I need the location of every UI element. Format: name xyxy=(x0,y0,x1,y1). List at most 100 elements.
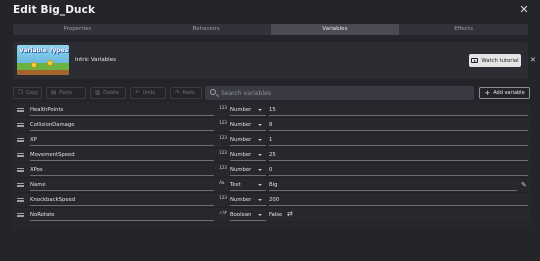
undo-label: Undo xyxy=(142,90,156,96)
variable-value-field[interactable]: Big xyxy=(269,180,517,191)
variable-name-field[interactable]: CollisionDamage xyxy=(30,120,214,131)
drag-handle-icon[interactable] xyxy=(17,108,24,112)
variable-row: HealthPoints 123 Number 15 xyxy=(13,103,530,118)
drag-handle-icon[interactable] xyxy=(17,198,24,202)
variable-type-label: Number xyxy=(230,137,252,143)
variable-value-field[interactable]: 0 xyxy=(269,165,528,176)
chevron-down-icon xyxy=(258,154,262,156)
edit-object-dialog: Edit Big_Duck ✕ Properties Behaviors Var… xyxy=(0,0,540,261)
variable-type-select[interactable]: Number xyxy=(230,165,266,176)
variable-value-field[interactable]: 15 xyxy=(269,105,528,116)
banner-label: Intric Variables xyxy=(75,57,116,63)
delete-button[interactable]: ▥ Delete xyxy=(90,87,126,99)
dialog-title: Edit Big_Duck xyxy=(13,4,96,16)
variable-type-label: Number xyxy=(230,167,252,173)
variable-type-label: Number xyxy=(230,122,252,128)
pencil-icon[interactable]: ✎ xyxy=(521,181,527,189)
chevron-down-icon xyxy=(258,184,262,186)
variable-name-field[interactable]: XPos xyxy=(30,165,214,176)
variable-type-select[interactable]: Number xyxy=(230,135,266,146)
variable-name-field[interactable]: HealthPoints xyxy=(30,105,214,116)
variable-value-field[interactable]: 8 xyxy=(269,120,528,131)
variable-row: NoRotate ✓/✗ Boolean False ⇄ xyxy=(13,208,530,223)
number-type-icon: 123 xyxy=(219,151,227,156)
number-type-icon: 123 xyxy=(219,106,227,111)
variable-row: KnockbackSpeed 123 Number 200 xyxy=(13,193,530,208)
variable-value-field[interactable]: 1 xyxy=(269,135,528,146)
variable-type-label: Boolean xyxy=(230,212,252,218)
chevron-down-icon xyxy=(258,214,262,216)
tab-effects[interactable]: Effects xyxy=(399,24,528,35)
watch-tutorial-button[interactable]: Watch tutorial xyxy=(469,54,521,67)
variable-name-field[interactable]: XP xyxy=(30,135,214,146)
boolean-type-icon: ✓/✗ xyxy=(219,211,228,216)
variable-name-field[interactable]: MovementSpeed xyxy=(30,150,214,161)
undo-icon: ↶ xyxy=(135,90,140,96)
variable-type-select[interactable]: Boolean xyxy=(230,210,266,221)
add-variable-label: Add variable xyxy=(493,90,525,96)
variables-list: HealthPoints 123 Number 15 CollisionDama… xyxy=(13,103,530,229)
chevron-down-icon xyxy=(258,199,262,201)
variable-type-select[interactable]: Number xyxy=(230,195,266,206)
copy-button[interactable]: ❐ Copy xyxy=(13,87,42,99)
drag-handle-icon[interactable] xyxy=(17,153,24,157)
variables-toolbar: ❐ Copy ▤ Paste ▥ Delete ↶ Undo ↷ Redo + … xyxy=(13,86,530,100)
close-icon[interactable]: ✕ xyxy=(518,4,530,16)
variable-value-field[interactable]: False xyxy=(269,210,299,221)
paste-icon: ▤ xyxy=(51,90,57,96)
variable-type-label: Number xyxy=(230,197,252,203)
dismiss-banner-icon[interactable]: ✕ xyxy=(530,56,536,64)
number-type-icon: 123 xyxy=(219,136,227,141)
chevron-down-icon xyxy=(258,124,262,126)
variable-row: MovementSpeed 123 Number 25 xyxy=(13,148,530,163)
variable-type-select[interactable]: Number xyxy=(230,105,266,116)
text-type-icon: Aa xyxy=(219,181,225,186)
chevron-down-icon xyxy=(258,139,262,141)
trash-icon: ▥ xyxy=(95,90,101,96)
redo-icon: ↷ xyxy=(175,90,180,96)
search-input[interactable] xyxy=(221,86,461,100)
variable-name-field[interactable]: KnockbackSpeed xyxy=(30,195,214,206)
search-box xyxy=(205,86,474,100)
tab-bar: Properties Behaviors Variables Effects xyxy=(13,24,528,35)
search-icon xyxy=(210,89,216,95)
dialog-titlebar: Edit Big_Duck ✕ xyxy=(0,0,540,22)
variable-type-label: Number xyxy=(230,152,252,158)
variable-type-label: Text xyxy=(230,182,241,188)
drag-handle-icon[interactable] xyxy=(17,123,24,127)
watch-tutorial-label: Watch tutorial xyxy=(481,57,519,64)
tab-properties[interactable]: Properties xyxy=(13,24,142,35)
tutorial-banner: Variable Types Intric Variables Watch tu… xyxy=(13,42,536,79)
toggle-swap-icon[interactable]: ⇄ xyxy=(287,210,293,218)
variable-name-field[interactable]: NoRotate xyxy=(30,210,214,221)
number-type-icon: 123 xyxy=(219,196,227,201)
redo-label: Redo xyxy=(182,90,195,96)
drag-handle-icon[interactable] xyxy=(17,183,24,187)
paste-label: Paste xyxy=(59,90,73,96)
variable-value-field[interactable]: 200 xyxy=(269,195,528,206)
variable-type-select[interactable]: Number xyxy=(230,120,266,131)
variable-name-field[interactable]: Name xyxy=(30,180,214,191)
paste-button[interactable]: ▤ Paste xyxy=(46,87,86,99)
tutorial-thumbnail: Variable Types xyxy=(17,45,69,75)
tab-behaviors[interactable]: Behaviors xyxy=(142,24,271,35)
variable-value-field[interactable]: 25 xyxy=(269,150,528,161)
coin-icon xyxy=(31,62,37,68)
variable-type-select[interactable]: Text xyxy=(230,180,266,191)
coin-icon xyxy=(47,60,53,66)
copy-label: Copy xyxy=(25,90,39,96)
add-variable-button[interactable]: + Add variable xyxy=(479,87,530,99)
variable-type-select[interactable]: Number xyxy=(230,150,266,161)
variable-row: XP 123 Number 1 xyxy=(13,133,530,148)
drag-handle-icon[interactable] xyxy=(17,213,24,217)
tab-variables[interactable]: Variables xyxy=(270,24,400,35)
undo-button[interactable]: ↶ Undo xyxy=(130,87,166,99)
variable-row: XPos 123 Number 0 xyxy=(13,163,530,178)
drag-handle-icon[interactable] xyxy=(17,138,24,142)
play-icon xyxy=(471,58,479,63)
variable-row: CollisionDamage 123 Number 8 xyxy=(13,118,530,133)
drag-handle-icon[interactable] xyxy=(17,168,24,172)
variable-row: Name Aa Text Big ✎ xyxy=(13,178,530,193)
redo-button[interactable]: ↷ Redo xyxy=(170,87,202,99)
variable-type-label: Number xyxy=(230,107,252,113)
